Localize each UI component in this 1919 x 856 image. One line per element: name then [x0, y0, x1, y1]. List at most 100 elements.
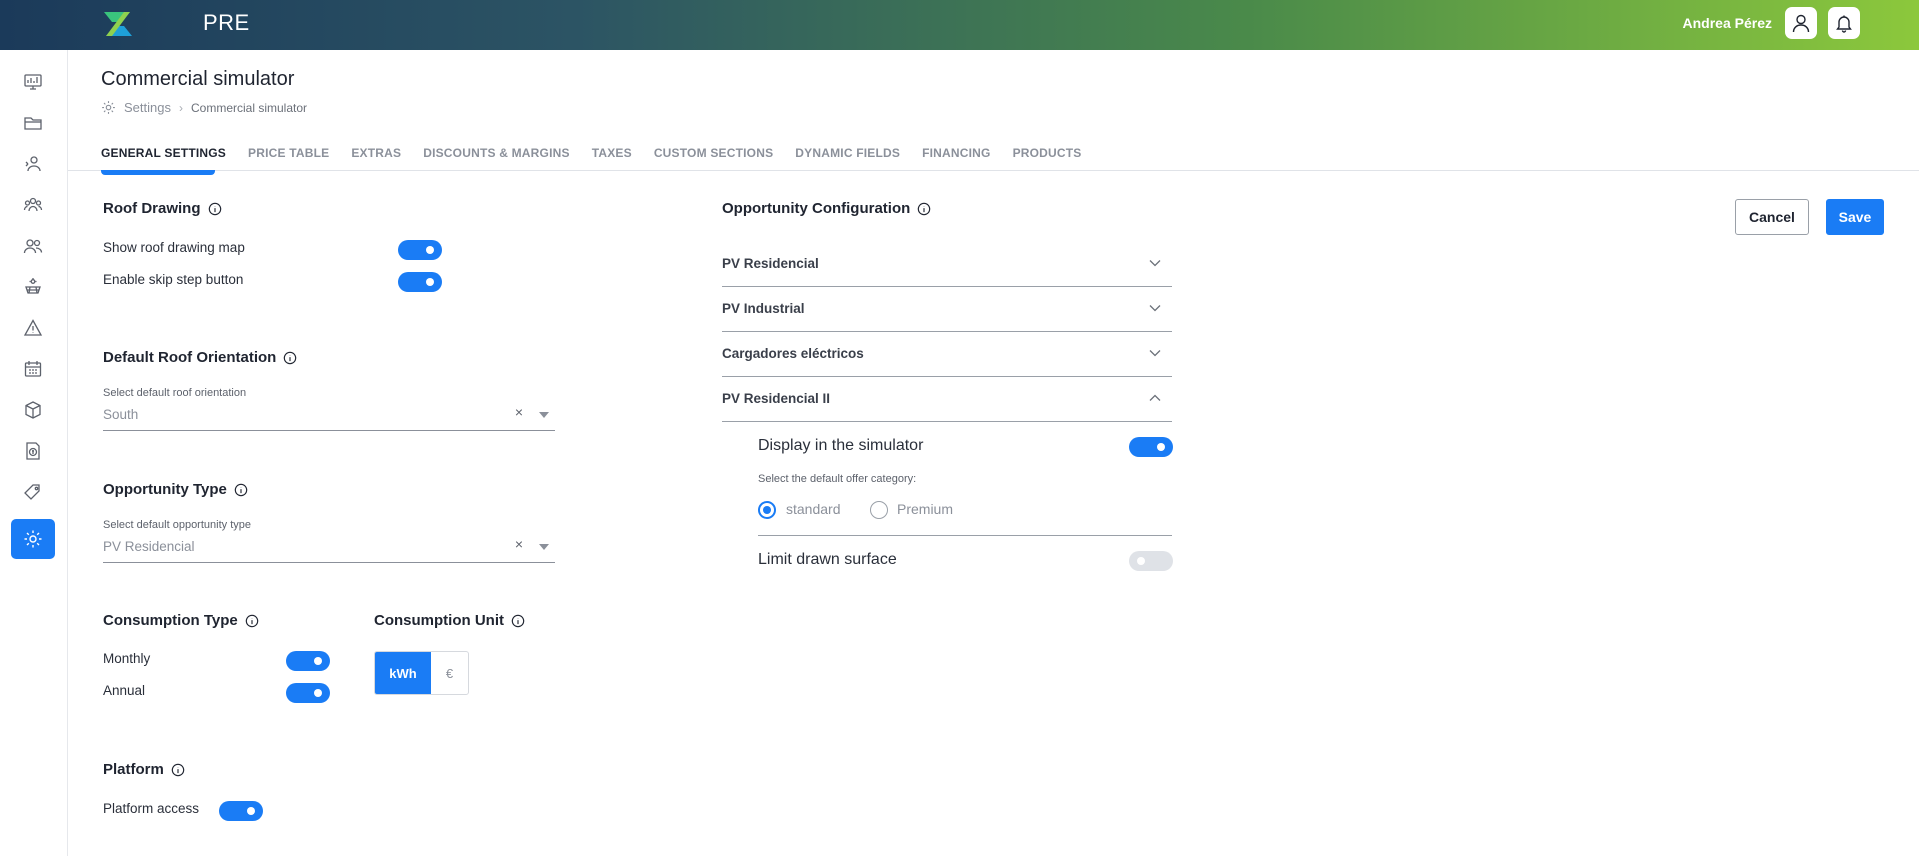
limit-surface-toggle[interactable]: [1129, 551, 1173, 571]
top-bar: PRE Andrea Pérez: [0, 0, 1919, 50]
chevron-down-icon[interactable]: [1148, 301, 1162, 315]
invoice-icon: [26, 442, 40, 460]
monthly-toggle[interactable]: [286, 651, 330, 671]
roof-orientation-section: Default Roof Orientation: [103, 349, 297, 366]
platform-access-toggle[interactable]: [219, 801, 263, 821]
active-tab-indicator: [101, 170, 215, 175]
radio-standard-label[interactable]: standard: [786, 501, 840, 517]
tab-dynamic-fields[interactable]: DYNAMIC FIELDS: [795, 146, 900, 170]
sidebar-item-alerts[interactable]: [11, 308, 55, 348]
calendar-icon: [24, 361, 42, 377]
sidebar-item-contacts[interactable]: [11, 144, 55, 184]
tab-price-table[interactable]: PRICE TABLE: [248, 146, 329, 170]
opportunity-type-select[interactable]: Select default opportunity type PV Resid…: [103, 519, 555, 563]
accordion-label: PV Residencial II: [722, 391, 831, 406]
solar-panel-icon: [25, 278, 41, 294]
accordion-label: Cargadores eléctricos: [722, 346, 864, 361]
tab-financing[interactable]: FINANCING: [922, 146, 990, 170]
info-icon[interactable]: [171, 763, 185, 777]
tab-products[interactable]: PRODUCTS: [1013, 146, 1082, 170]
sidebar: [0, 50, 68, 856]
info-icon[interactable]: [511, 614, 525, 628]
info-icon[interactable]: [245, 614, 259, 628]
accordion-pv-industrial[interactable]: PV Industrial: [722, 287, 1172, 332]
opportunity-type-caption: Select default opportunity type: [103, 519, 251, 531]
bell-icon: [1836, 15, 1852, 33]
roof-drawing-title: Roof Drawing: [103, 200, 201, 217]
breadcrumb: Settings › Commercial simulator: [101, 100, 307, 115]
offer-category-caption: Select the default offer category:: [758, 473, 917, 485]
info-icon[interactable]: [208, 202, 222, 216]
chevron-down-icon[interactable]: [1148, 346, 1162, 360]
caret-down-icon[interactable]: [539, 412, 549, 418]
accordion-pv-residencial-ii[interactable]: PV Residencial II: [722, 377, 1172, 422]
opportunity-type-value: PV Residencial: [103, 539, 195, 554]
user-profile-button[interactable]: [1785, 7, 1817, 39]
caret-down-icon[interactable]: [539, 544, 549, 550]
team-icon: [23, 197, 43, 212]
roof-orientation-select[interactable]: Select default roof orientation South ×: [103, 387, 555, 431]
chevron-up-icon[interactable]: [1148, 391, 1162, 405]
radio-premium[interactable]: [870, 501, 888, 519]
info-icon[interactable]: [283, 351, 297, 365]
clear-icon[interactable]: ×: [515, 404, 523, 420]
monthly-label: Monthly: [103, 651, 151, 666]
annual-label: Annual: [103, 683, 146, 698]
dashboard-icon: [24, 74, 42, 90]
tab-taxes[interactable]: TAXES: [592, 146, 632, 170]
tab-extras[interactable]: EXTRAS: [351, 146, 401, 170]
unit-kwh-option[interactable]: kWh: [375, 652, 431, 694]
tab-general-settings[interactable]: GENERAL SETTINGS: [101, 146, 226, 170]
accordion-cargadores[interactable]: Cargadores eléctricos: [722, 332, 1172, 377]
info-icon[interactable]: [917, 202, 931, 216]
radio-premium-label[interactable]: Premium: [897, 501, 953, 517]
sidebar-item-dashboard[interactable]: [11, 62, 55, 102]
page-title: Commercial simulator: [101, 68, 295, 90]
sidebar-item-groups[interactable]: [11, 226, 55, 266]
sidebar-item-files[interactable]: [11, 103, 55, 143]
save-button[interactable]: Save: [1826, 199, 1884, 235]
tab-discounts-margins[interactable]: DISCOUNTS & MARGINS: [423, 146, 569, 170]
consumption-type-section: Consumption Type: [103, 612, 259, 629]
roof-orientation-title: Default Roof Orientation: [103, 349, 277, 366]
tab-custom-sections[interactable]: CUSTOM SECTIONS: [654, 146, 773, 170]
breadcrumb-separator: ›: [178, 100, 183, 115]
tab-bar: GENERAL SETTINGS PRICE TABLE EXTRAS DISC…: [101, 146, 1082, 170]
consumption-unit-section: Consumption Unit: [374, 612, 525, 629]
accordion-label: PV Residencial: [722, 256, 819, 271]
tabs-divider: [68, 170, 1919, 171]
company-logo[interactable]: [100, 6, 136, 42]
show-roof-map-toggle[interactable]: [398, 240, 442, 260]
sidebar-item-calendar[interactable]: [11, 349, 55, 389]
gear-icon: [24, 530, 42, 548]
notifications-button[interactable]: [1828, 7, 1860, 39]
display-in-simulator-label: Display in the simulator: [758, 437, 924, 454]
annual-toggle[interactable]: [286, 683, 330, 703]
roof-orientation-value: South: [103, 407, 139, 422]
cancel-button[interactable]: Cancel: [1735, 199, 1809, 235]
display-in-simulator-toggle[interactable]: [1129, 437, 1173, 457]
platform-title: Platform: [103, 761, 164, 778]
sidebar-item-offers[interactable]: [11, 472, 55, 512]
settings-gear-icon: [102, 101, 115, 114]
opportunity-config-section: Opportunity Configuration: [722, 200, 931, 217]
accordion-pv-residencial[interactable]: PV Residencial: [722, 242, 1172, 287]
chevron-down-icon[interactable]: [1148, 256, 1162, 270]
info-icon[interactable]: [234, 483, 248, 497]
user-name[interactable]: Andrea Pérez: [1683, 15, 1772, 31]
sidebar-item-products[interactable]: [11, 390, 55, 430]
breadcrumb-settings-link[interactable]: Settings: [124, 100, 171, 115]
sidebar-item-installations[interactable]: [11, 267, 55, 307]
show-roof-map-label: Show roof drawing map: [103, 240, 245, 255]
unit-euro-option[interactable]: €: [431, 652, 468, 694]
user-icon: [1792, 14, 1810, 33]
sidebar-item-settings[interactable]: [11, 519, 55, 559]
sidebar-item-teams[interactable]: [11, 185, 55, 225]
skip-step-toggle[interactable]: [398, 272, 442, 292]
sidebar-item-billing[interactable]: [11, 431, 55, 471]
clear-icon[interactable]: ×: [515, 536, 523, 552]
contacts-icon: [25, 156, 41, 172]
group-icon: [23, 239, 43, 254]
limit-surface-label: Limit drawn surface: [758, 551, 897, 568]
radio-standard[interactable]: [758, 501, 776, 519]
